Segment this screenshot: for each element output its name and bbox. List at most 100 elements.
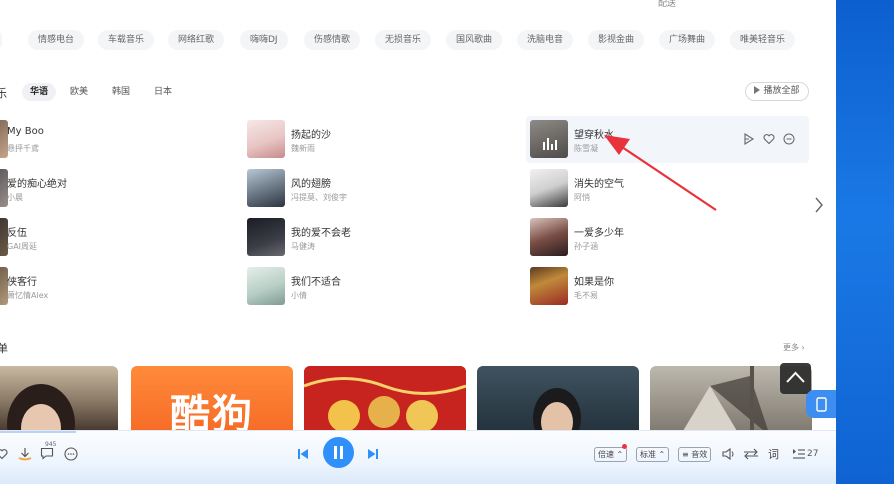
genre-tag[interactable]: 无损音乐 xyxy=(375,30,432,50)
song-artist[interactable]: 小倩 xyxy=(291,290,307,301)
tab-japan[interactable]: 日本 xyxy=(146,83,180,101)
song-cover xyxy=(247,267,285,305)
song-title: 侠客行 xyxy=(7,277,37,288)
song-artist[interactable]: 小晨 xyxy=(7,192,23,203)
song-item[interactable]: 我的爱不会老 马健涛 xyxy=(247,216,517,260)
card-cover-art xyxy=(304,366,466,436)
song-cover xyxy=(530,218,568,256)
speed-badge-dot xyxy=(622,444,627,449)
song-artist[interactable]: 陈雪凝 xyxy=(574,143,598,154)
genre-tag[interactable]: 洗脑电音 xyxy=(517,30,574,50)
play-all-label: 播放全部 xyxy=(763,86,800,96)
pause-icon xyxy=(334,446,343,459)
pause-button[interactable] xyxy=(323,437,354,468)
kugou-app-window: 配送 情感电台 车载音乐 网络红歌 嗨嗨DJ 伤感情歌 无损音乐 国风歌曲 洗脑… xyxy=(0,0,836,484)
queue-count: 27 xyxy=(807,449,819,459)
song-cover xyxy=(247,169,285,207)
song-item[interactable]: 侠客行 萧忆情Alex xyxy=(0,265,220,309)
card-cover-art xyxy=(533,388,581,436)
song-title: 消失的空气 xyxy=(574,179,624,190)
song-artist[interactable]: GAI周延 xyxy=(7,241,37,252)
mobile-sync-button[interactable] xyxy=(806,390,836,418)
song-artist[interactable]: 悬抨千鳶 xyxy=(7,143,39,154)
song-title: 一爱多少年 xyxy=(574,228,624,239)
playback-progress[interactable] xyxy=(0,431,76,433)
song-title: 爱的痴心绝对 xyxy=(7,179,67,190)
more-icon[interactable] xyxy=(783,133,795,145)
playlist-card[interactable] xyxy=(477,366,639,436)
song-item[interactable]: 我们不适合 小倩 xyxy=(247,265,517,309)
genre-tag[interactable]: 情感电台 xyxy=(28,30,85,50)
chevron-right-icon[interactable] xyxy=(812,194,826,216)
tab-huayu[interactable]: 华语 xyxy=(22,83,57,101)
comment-icon[interactable] xyxy=(40,447,54,460)
play-all-button[interactable]: 播放全部 xyxy=(745,82,809,101)
song-cover xyxy=(530,267,568,305)
sound-effect-button[interactable]: ≡ 音效 xyxy=(678,447,712,462)
playing-bars-icon xyxy=(543,138,557,150)
heart-icon[interactable] xyxy=(0,448,8,460)
song-title: 我们不适合 xyxy=(291,277,341,288)
song-artist[interactable]: 萧忆情Alex xyxy=(7,290,48,301)
genre-tag[interactable]: 国风歌曲 xyxy=(446,30,503,50)
song-item[interactable]: 扬起的沙 魏新雨 xyxy=(247,118,517,162)
tab-oumei[interactable]: 欧美 xyxy=(62,83,96,101)
play-icon xyxy=(754,86,761,94)
tab-korea[interactable]: 韩国 xyxy=(104,83,138,101)
play-next-icon[interactable] xyxy=(743,133,755,145)
repeat-icon[interactable] xyxy=(743,448,759,460)
playlist-queue-icon[interactable] xyxy=(792,448,806,460)
song-artist[interactable]: 毛不易 xyxy=(574,290,598,301)
genre-tag[interactable]: 车载音乐 xyxy=(98,30,155,50)
quality-button[interactable]: 标准 ⌃ xyxy=(636,447,670,462)
speed-label: 倍速 xyxy=(598,450,614,459)
section2-title: 单 xyxy=(0,342,8,355)
song-title: My Boo xyxy=(7,126,44,137)
song-item-hovered[interactable]: 望穿秋水 陈雪凝 xyxy=(526,116,809,163)
card-cover-art xyxy=(7,384,75,436)
lyrics-button[interactable]: 词 xyxy=(768,446,779,462)
section-title: 乐 xyxy=(0,87,7,100)
kugou-card[interactable]: 酷狗 xyxy=(131,366,293,436)
more-options-icon[interactable] xyxy=(64,447,78,461)
song-artist[interactable]: 马健涛 xyxy=(291,241,315,252)
song-title: 如果是你 xyxy=(574,277,614,288)
genre-tag[interactable]: 影视金曲 xyxy=(588,30,645,50)
song-item[interactable]: 消失的空气 阿悄 xyxy=(530,167,810,211)
song-item[interactable]: 爱的痴心绝对 小晨 xyxy=(0,167,220,211)
playlist-card[interactable] xyxy=(304,366,466,436)
song-actions xyxy=(743,133,795,145)
genre-tag[interactable] xyxy=(0,30,2,50)
genre-tag[interactable]: 伤感情歌 xyxy=(304,30,361,50)
song-item[interactable]: 一爱多少年 孙子涵 xyxy=(530,216,810,260)
song-item[interactable]: 反伍 GAI周延 xyxy=(0,216,220,260)
genre-tag[interactable]: 唯美轻音乐 xyxy=(730,30,796,50)
song-artist[interactable]: 阿悄 xyxy=(574,192,590,203)
previous-track-icon[interactable] xyxy=(297,448,309,460)
genre-tag[interactable]: 网络红歌 xyxy=(168,30,225,50)
next-track-icon[interactable] xyxy=(367,448,379,460)
volume-icon[interactable] xyxy=(722,448,736,460)
speed-button[interactable]: 倍速 ⌃ xyxy=(594,447,628,462)
more-link[interactable]: 更多 › xyxy=(783,342,805,353)
song-cover xyxy=(530,169,568,207)
song-cover xyxy=(530,120,568,158)
song-title: 望穿秋水 xyxy=(574,130,614,141)
song-cover xyxy=(247,120,285,158)
genre-tag[interactable]: 嗨嗨DJ xyxy=(240,30,288,50)
song-title: 扬起的沙 xyxy=(291,130,331,141)
song-item[interactable]: My Boo 悬抨千鳶 xyxy=(0,118,220,162)
heart-icon[interactable] xyxy=(763,133,775,145)
song-artist[interactable]: 冯提莫、刘俊宇 xyxy=(291,192,347,203)
song-item[interactable]: 如果是你 毛不易 xyxy=(530,265,810,309)
download-icon[interactable] xyxy=(17,446,35,462)
song-title: 反伍 xyxy=(7,228,27,239)
song-artist[interactable]: 魏新雨 xyxy=(291,143,315,154)
song-title: 风的翅膀 xyxy=(291,179,331,190)
playlist-card[interactable] xyxy=(0,366,118,436)
song-item[interactable]: 风的翅膀 冯提莫、刘俊宇 xyxy=(247,167,517,211)
song-artist[interactable]: 孙子涵 xyxy=(574,241,598,252)
genre-tag[interactable]: 广场舞曲 xyxy=(659,30,716,50)
phone-icon xyxy=(816,397,827,412)
quality-label: 标准 xyxy=(640,450,656,459)
